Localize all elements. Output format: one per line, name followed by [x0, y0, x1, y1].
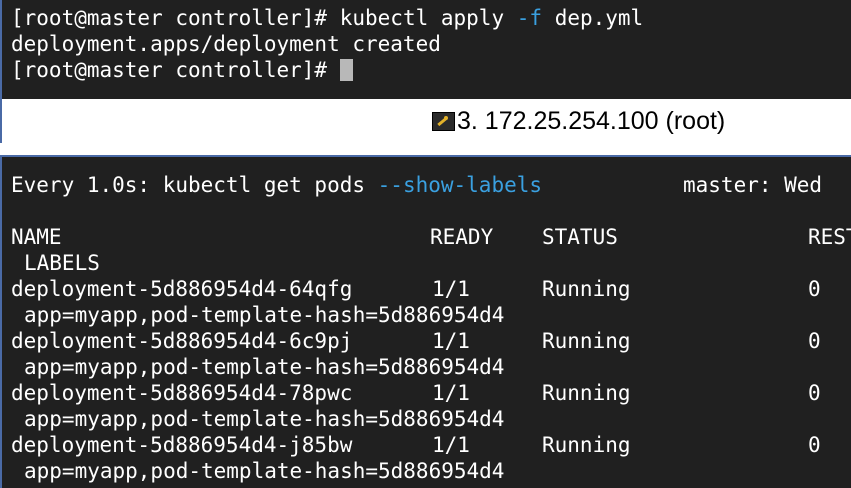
pod-ready: 1/1: [432, 433, 470, 457]
session-title: 3. 172.25.254.100 (root): [457, 107, 726, 135]
pod-restarts: 0: [808, 433, 821, 457]
shell-prompt: [root@master controller]#: [11, 58, 340, 82]
pod-status: Running: [542, 381, 631, 405]
watch-header: Every 1.0s: kubectl get pods --show-labe…: [11, 172, 542, 198]
pane-divider: [0, 143, 851, 155]
terminal-cursor: [339, 59, 353, 81]
column-header-ready: READY: [430, 225, 494, 249]
pod-restarts: 0: [808, 329, 821, 353]
terminal-session-icon: [432, 112, 455, 131]
top-terminal-pane[interactable]: [root@master controller]# kubectl apply …: [0, 0, 851, 99]
watch-flag: --show-labels: [377, 173, 543, 197]
column-header-labels: LABELS: [24, 251, 100, 275]
column-header-name: NAME: [11, 225, 62, 249]
pod-status: Running: [542, 433, 631, 457]
pod-name: deployment-5d886954d4-j85bw: [11, 433, 353, 457]
pod-restarts: 0: [808, 277, 821, 301]
terminal-line: [root@master controller]#: [11, 57, 353, 83]
terminal-line: [root@master controller]# kubectl apply …: [11, 5, 643, 31]
pod-ready: 1/1: [432, 329, 470, 353]
command-flag: -f: [516, 6, 543, 30]
pod-labels: app=myapp,pod-template-hash=5d886954d4: [24, 407, 505, 431]
pod-labels: app=myapp,pod-template-hash=5d886954d4: [24, 303, 505, 327]
watch-host: master: Wed: [683, 173, 835, 197]
bottom-terminal-pane[interactable]: Every 1.0s: kubectl get pods --show-labe…: [0, 155, 851, 488]
shell-prompt: [root@master controller]#: [11, 6, 340, 30]
pod-status: Running: [542, 329, 631, 353]
pod-labels: app=myapp,pod-template-hash=5d886954d4: [24, 355, 505, 379]
pod-status: Running: [542, 277, 631, 301]
pod-name: deployment-5d886954d4-64qfg: [11, 277, 353, 301]
pod-restarts: 0: [808, 381, 821, 405]
terminal-output-line: deployment.apps/deployment created: [11, 32, 441, 56]
command-text: kubectl apply: [339, 6, 517, 30]
column-header-status: STATUS: [542, 225, 618, 249]
column-header-restarts: RESTARTS: [808, 225, 851, 249]
watch-command: Every 1.0s: kubectl get pods: [11, 173, 378, 197]
pod-name: deployment-5d886954d4-78pwc: [11, 381, 353, 405]
command-arg: dep.yml: [542, 6, 644, 30]
pod-labels: app=myapp,pod-template-hash=5d886954d4: [24, 459, 505, 483]
pod-name: deployment-5d886954d4-6c9pj: [11, 329, 353, 353]
pod-ready: 1/1: [432, 277, 470, 301]
pod-ready: 1/1: [432, 381, 470, 405]
